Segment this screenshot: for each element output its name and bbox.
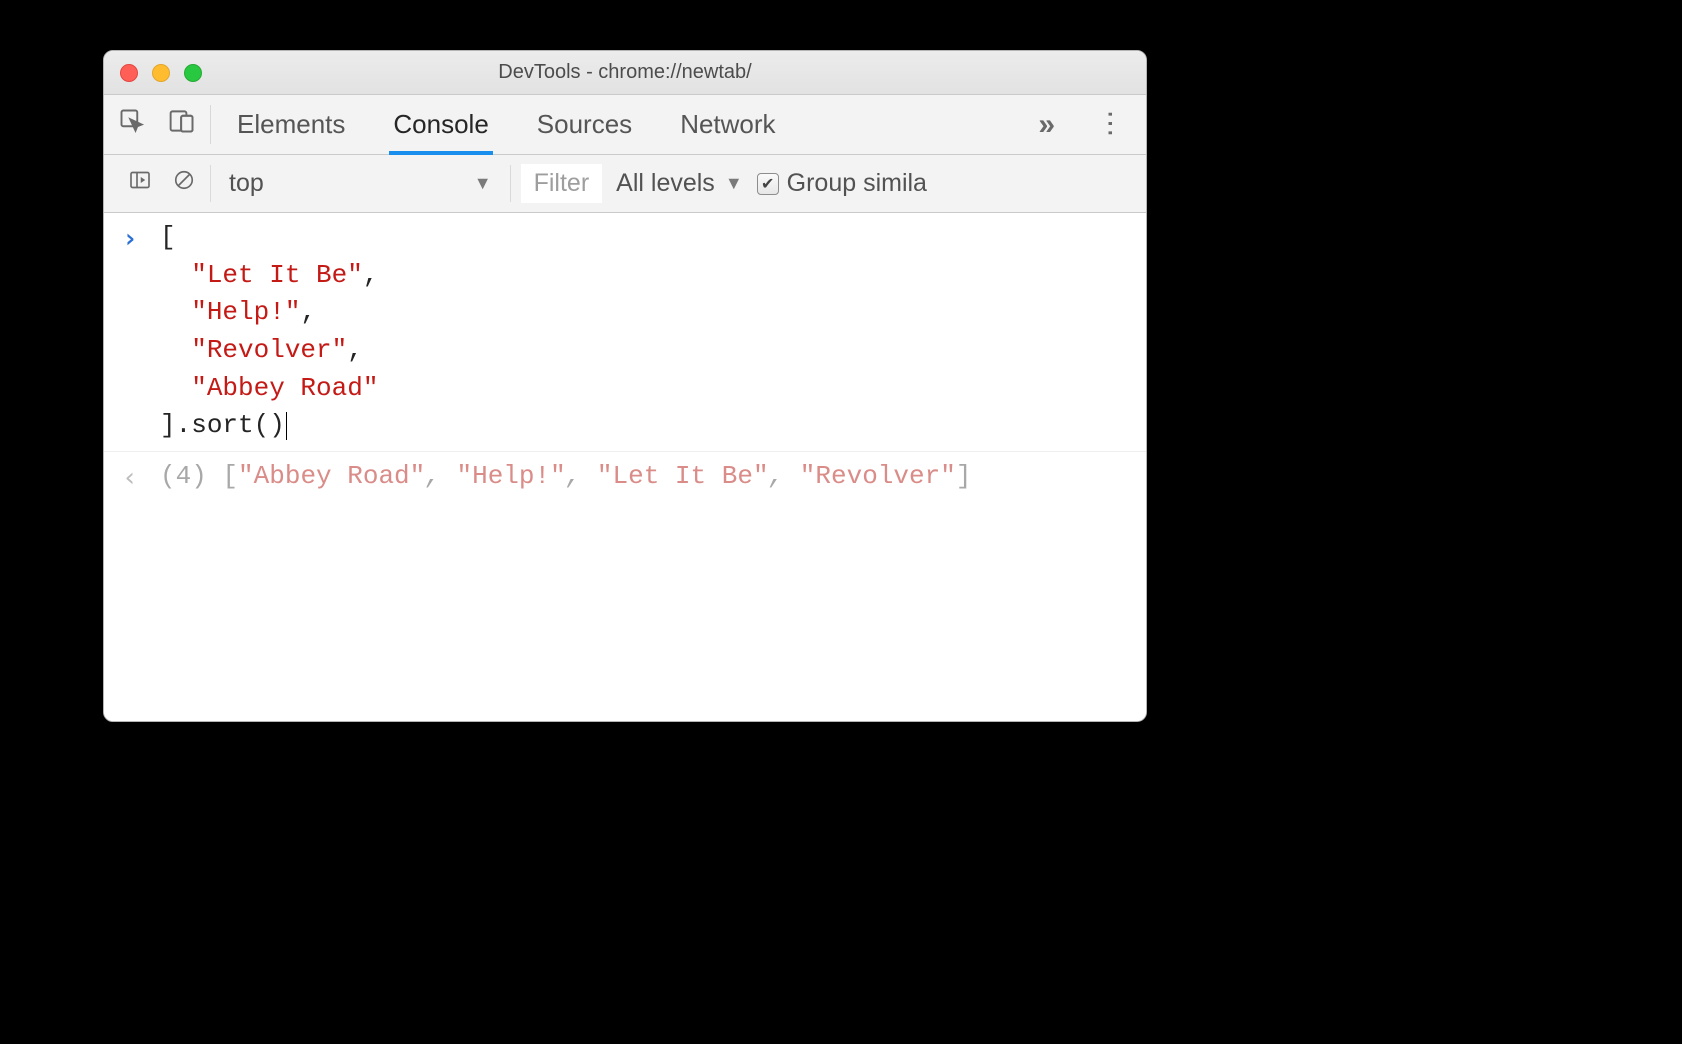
more-options-icon[interactable]: ⋯: [1095, 102, 1128, 148]
clear-console-icon[interactable]: [162, 168, 206, 199]
tab-label: Sources: [537, 109, 632, 140]
console-input-code[interactable]: [ "Let It Be", "Help!", "Revolver", "Abb…: [160, 219, 378, 445]
levels-label: All levels: [616, 169, 715, 198]
titlebar: DevTools - chrome://newtab/: [104, 51, 1146, 95]
console-output-code: (4) ["Abbey Road", "Help!", "Let It Be",…: [160, 458, 971, 496]
input-prompt-icon: ›: [120, 219, 140, 259]
chevron-down-icon: ▼: [474, 173, 492, 194]
devtools-window: DevTools - chrome://newtab/ Elements Con…: [103, 50, 1147, 722]
maximize-icon[interactable]: [184, 64, 202, 82]
device-toolbar-icon[interactable]: [168, 107, 196, 142]
tab-network[interactable]: Network: [680, 95, 775, 154]
log-levels-selector[interactable]: All levels ▼: [602, 169, 756, 198]
console-output-entry[interactable]: ‹ (4) ["Abbey Road", "Help!", "Let It Be…: [104, 452, 1146, 504]
group-similar-checkbox[interactable]: ✔: [757, 173, 779, 195]
filter-input[interactable]: Filter: [521, 164, 603, 203]
tab-label: Console: [393, 109, 488, 140]
group-similar-label: Group simila: [787, 169, 927, 198]
minimize-icon[interactable]: [152, 64, 170, 82]
chevron-down-icon: ▼: [725, 173, 743, 194]
console-input-entry[interactable]: › [ "Let It Be", "Help!", "Revolver", "A…: [104, 213, 1146, 452]
window-title: DevTools - chrome://newtab/: [104, 61, 1146, 84]
traffic-lights: [104, 64, 202, 82]
tabs-overflow-icon[interactable]: »: [1038, 108, 1055, 142]
context-value: top: [229, 169, 264, 198]
console-toolbar: top ▼ Filter All levels ▼ ✔ Group simila: [104, 155, 1146, 213]
tab-label: Elements: [237, 109, 345, 140]
inspect-element-icon[interactable]: [118, 107, 146, 142]
close-icon[interactable]: [120, 64, 138, 82]
tab-console[interactable]: Console: [393, 95, 488, 154]
toggle-drawer-icon[interactable]: [118, 168, 162, 199]
tab-label: Network: [680, 109, 775, 140]
console-body: › [ "Let It Be", "Help!", "Revolver", "A…: [104, 213, 1146, 721]
tab-sources[interactable]: Sources: [537, 95, 632, 154]
tab-list: Elements Console Sources Network: [211, 95, 1038, 154]
tab-elements[interactable]: Elements: [237, 95, 345, 154]
output-marker-icon: ‹: [120, 458, 140, 498]
tabbar: Elements Console Sources Network » ⋯: [104, 95, 1146, 155]
context-selector[interactable]: top ▼: [215, 169, 506, 198]
